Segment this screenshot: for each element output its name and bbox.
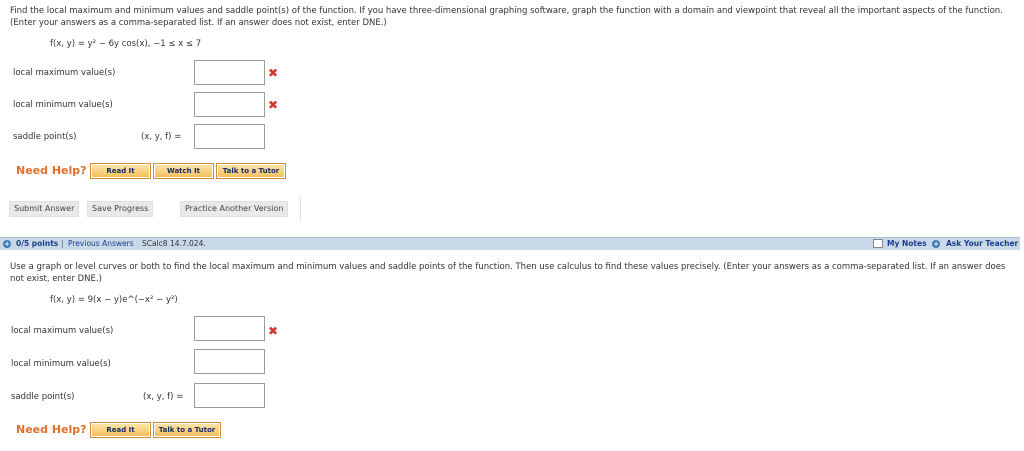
q1-local-min-input[interactable]: [194, 92, 265, 117]
question-2-header-bar: + 0/5 points | Previous Answers SCalc8 1…: [0, 237, 1020, 250]
q1-talk-tutor-button[interactable]: Talk to a Tutor: [216, 163, 286, 179]
q1-talk-tutor-label: Talk to a Tutor: [218, 165, 284, 177]
q1-min-incorrect-icon: ✖: [267, 98, 279, 112]
q1-local-max-input[interactable]: [194, 60, 265, 85]
q1-read-it-button[interactable]: Read It: [90, 163, 151, 179]
my-notes-button[interactable]: My Notes: [887, 238, 927, 250]
practice-another-version-button[interactable]: Practice Another Version: [180, 201, 289, 217]
q2-max-incorrect-icon: ✖: [267, 324, 279, 338]
q1-read-it-label: Read It: [92, 165, 149, 177]
q2-reference: SCalc8 14.7.024.: [142, 239, 206, 248]
q2-local-min-input[interactable]: [194, 349, 265, 374]
save-progress-button[interactable]: Save Progress: [87, 201, 154, 217]
q2-talk-tutor-button[interactable]: Talk to a Tutor: [153, 422, 221, 438]
q1-local-max-label: local maximum value(s): [13, 68, 116, 78]
notes-page-icon[interactable]: [873, 239, 883, 248]
q2-read-it-label: Read It: [92, 424, 149, 436]
q1-saddle-prefix: (x, y, f) =: [141, 132, 182, 142]
q2-read-it-button[interactable]: Read It: [90, 422, 151, 438]
q2-local-min-label: local minimum value(s): [11, 359, 111, 369]
previous-answers-link[interactable]: Previous Answers: [68, 238, 134, 250]
q2-need-help-label: Need Help?: [16, 423, 87, 436]
q1-local-min-label: local minimum value(s): [13, 100, 113, 110]
q1-saddle-label: saddle point(s): [13, 132, 77, 142]
q1-need-help-label: Need Help?: [16, 164, 87, 177]
expand-plus-icon[interactable]: +: [3, 238, 11, 250]
question-1-prompt: Find the local maximum and minimum value…: [10, 6, 1003, 28]
q2-saddle-prefix: (x, y, f) =: [143, 392, 184, 402]
q2-points: 0/5 points: [16, 239, 59, 248]
question-1-function: f(x, y) = y² − 6y cos(x), −1 ≤ x ≤ 7: [50, 39, 202, 49]
q2-saddle-input[interactable]: [194, 383, 265, 408]
submit-answer-button[interactable]: Submit Answer: [9, 201, 80, 217]
q1-saddle-input[interactable]: [194, 124, 265, 149]
q1-watch-it-button[interactable]: Watch It: [153, 163, 214, 179]
divider: [300, 197, 301, 221]
q2-local-max-label: local maximum value(s): [11, 326, 114, 336]
question-2-prompt: Use a graph or level curves or both to f…: [10, 262, 1006, 284]
ask-your-teacher-button[interactable]: Ask Your Teacher: [946, 238, 1018, 250]
q1-max-incorrect-icon: ✖: [267, 66, 279, 80]
q1-watch-it-label: Watch It: [155, 165, 212, 177]
q2-local-max-input[interactable]: [194, 316, 265, 341]
q2-saddle-label: saddle point(s): [11, 392, 75, 402]
question-2-function: f(x, y) = 9(x − y)e^(−x² − y²): [50, 295, 178, 305]
ask-teacher-plus-icon: +: [932, 240, 940, 248]
bar-separator: |: [61, 239, 64, 248]
q2-talk-tutor-label: Talk to a Tutor: [155, 424, 219, 436]
